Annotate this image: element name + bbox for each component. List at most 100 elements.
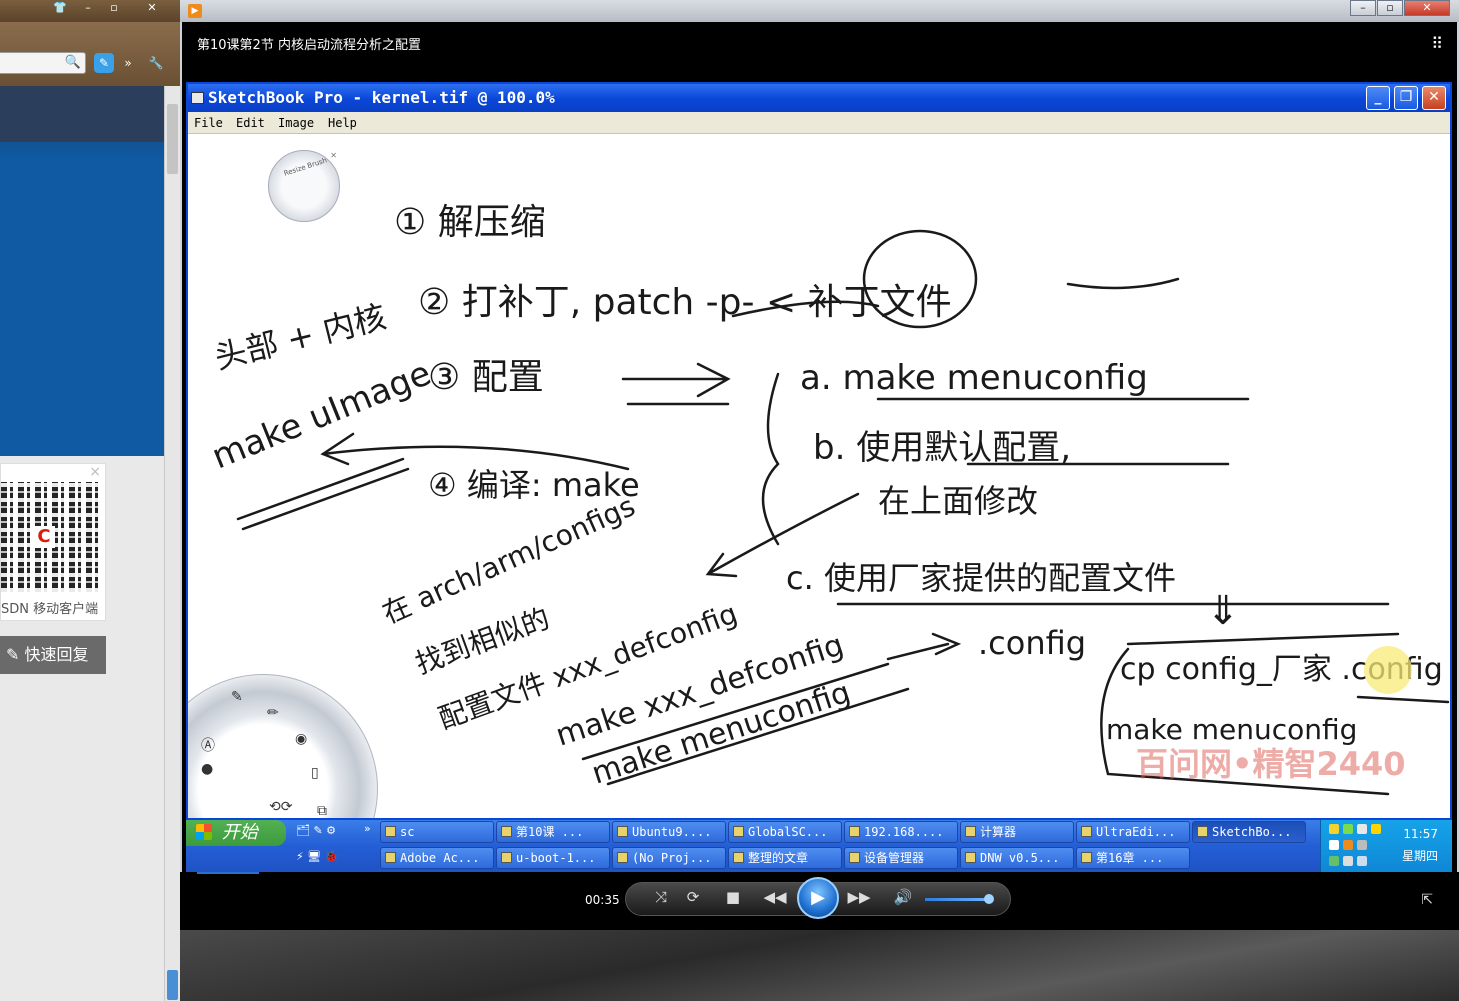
volume-knob[interactable] [984,894,994,904]
layer-icon[interactable]: ⧉ [317,803,327,818]
taskbar-item-label: (No Proj... [632,851,712,865]
restore-icon[interactable]: ▫ [102,0,126,16]
taskbar-item-label: SketchBo... [1212,825,1292,839]
taskbar-item[interactable]: 第10课 ... [496,821,610,843]
browser-titlebar: 👕 – ▫ ✕ [0,0,182,22]
search-box[interactable]: 🔍 [0,52,86,74]
close-button[interactable]: ✕ [1404,0,1450,16]
pen-tool-icon[interactable]: Ⓐ [201,735,215,755]
undo-redo-icon[interactable]: ⟲⟳ [269,799,292,815]
taskbar-item[interactable]: 设备管理器 [844,847,958,869]
menu-edit[interactable]: Edit [236,116,265,130]
minimize-button[interactable]: _ [1366,86,1390,110]
menu-help[interactable]: Help [328,116,357,130]
drawing-canvas[interactable]: Resize Brush ✕ ① 解压缩 ② 打补丁, patch -p- < … [188,134,1450,818]
taskbar-item[interactable]: 第16章 ... [1076,847,1190,869]
box-stroke [1126,632,1400,646]
minimize-icon[interactable]: – [76,0,100,16]
start-label: 开始 [221,822,258,843]
playlist-icon[interactable]: ⠿ [1431,34,1443,53]
taskbar-item[interactable]: Ubuntu9.... [612,821,726,843]
stop-icon[interactable]: ■ [720,888,746,906]
taskbar-item[interactable]: 计算器 [960,821,1074,843]
scrollbar-thumb[interactable] [167,104,178,174]
minimize-button[interactable]: – [1350,0,1376,16]
sketchbook-titlebar: SketchBook Pro - kernel.tif @ 100.0% _ ❐… [188,84,1450,112]
tray-icon[interactable] [1329,856,1339,866]
close-icon[interactable]: ✕ [140,0,164,16]
sketchbook-icon [1197,826,1208,837]
brush-dot-icon[interactable]: ● [201,761,213,777]
quick-reply-button[interactable]: ✎ 快速回复 [0,636,106,674]
tray-icon[interactable] [1343,856,1353,866]
menu-file[interactable]: File [194,116,223,130]
taskbar-item-label: u-boot-1... [516,851,596,865]
search-icon[interactable]: 🔍 [65,55,81,70]
shuffle-icon[interactable]: ⤨ [648,888,674,906]
close-button[interactable]: ✕ [1422,86,1446,110]
browser-toolbar: 🔍 ✎ » 🔧 [0,22,182,86]
play-button[interactable]: ▶ [797,877,839,919]
calculator-icon [965,826,976,837]
tray-icon[interactable] [1357,840,1367,850]
tray-icon[interactable] [1343,840,1353,850]
tray-icon[interactable] [1371,824,1381,834]
clock-time[interactable]: 11:57 [1403,827,1438,841]
volume-icon[interactable]: 🔊 [890,888,916,906]
tray-icon[interactable] [1357,824,1367,834]
tray-icon[interactable] [1329,840,1339,850]
csdn-logo-icon: C [33,526,55,548]
windows-logo-icon [196,824,212,840]
quicklaunch-icons[interactable]: 🗂 ✎ ⚙ [296,824,336,837]
taskbar-item[interactable]: GlobalSC... [728,821,842,843]
menu-bar: File Edit Image Help [188,112,1450,134]
taskbar-item[interactable]: 整理的文章 [728,847,842,869]
taskbar-item[interactable]: UltraEdi... [1076,821,1190,843]
tray-icon[interactable] [1343,824,1353,834]
eraser-icon[interactable]: ▯ [311,765,319,781]
color-wheel-icon[interactable]: ◉ [295,731,307,747]
qr-panel: × C SDN 移动客户端 [0,463,106,621]
taskbar-item-active[interactable]: SketchBo... [1192,821,1306,843]
maximize-button[interactable]: ▫ [1377,0,1403,16]
more-chevron-icon[interactable]: » [118,53,138,73]
volume-slider[interactable] [925,898,990,901]
taskbar-item[interactable]: (No Proj... [612,847,726,869]
arrow-stroke [621,362,731,398]
brace-stroke [761,372,780,546]
quicklaunch-icons-2[interactable]: ⚡ 🖥 🐞 [296,850,338,863]
system-tray: 11:57 星期四 [1320,820,1452,872]
repeat-icon[interactable]: ⟳ [680,888,706,906]
shirt-icon[interactable]: 👕 [48,0,72,16]
cursor-highlight [1364,646,1412,694]
tray-icon[interactable] [1357,856,1367,866]
brush-tool-icon[interactable]: ✎ [231,689,243,705]
player-titlebar: ▶ – ▫ ✕ [180,0,1459,22]
note-step3c: c. 使用厂家提供的配置文件 [786,559,1176,597]
taskbar-item[interactable]: sc [380,821,494,843]
banner-band [0,86,164,142]
taskbar-item[interactable]: DNW v0.5... [960,847,1074,869]
pen-icon[interactable]: ✎ [94,53,114,73]
rewind-icon[interactable]: ◀◀ [762,888,788,906]
scrollbar-bottom-thumb[interactable] [167,970,178,1000]
taskbar-item[interactable]: Adobe Ac... [380,847,494,869]
menu-image[interactable]: Image [278,116,314,130]
restore-button[interactable]: ❐ [1394,86,1418,110]
app-icon [733,826,744,837]
pencil-tool-icon[interactable]: ✏ [267,705,279,721]
taskbar-item-label: 整理的文章 [748,851,809,865]
sketchbook-title: SketchBook Pro - kernel.tif @ 100.0% [208,88,555,107]
taskbar-item[interactable]: 192.168.... [844,821,958,843]
wrench-icon[interactable]: 🔧 [146,53,166,73]
page-scrollbar[interactable] [164,86,180,1001]
tray-icon[interactable] [1329,824,1339,834]
more-chevron-icon[interactable]: » [364,822,371,835]
taskbar-item[interactable]: u-boot-1... [496,847,610,869]
fast-forward-icon[interactable]: ▶▶ [846,888,872,906]
switch-mode-icon[interactable]: ⇱ [1421,892,1433,908]
start-button[interactable]: 开始 [186,820,286,846]
note-step3b-2: 在上面修改 [878,482,1038,520]
taskbar-item-label: 192.168.... [864,825,944,839]
close-icon[interactable]: × [89,464,101,480]
